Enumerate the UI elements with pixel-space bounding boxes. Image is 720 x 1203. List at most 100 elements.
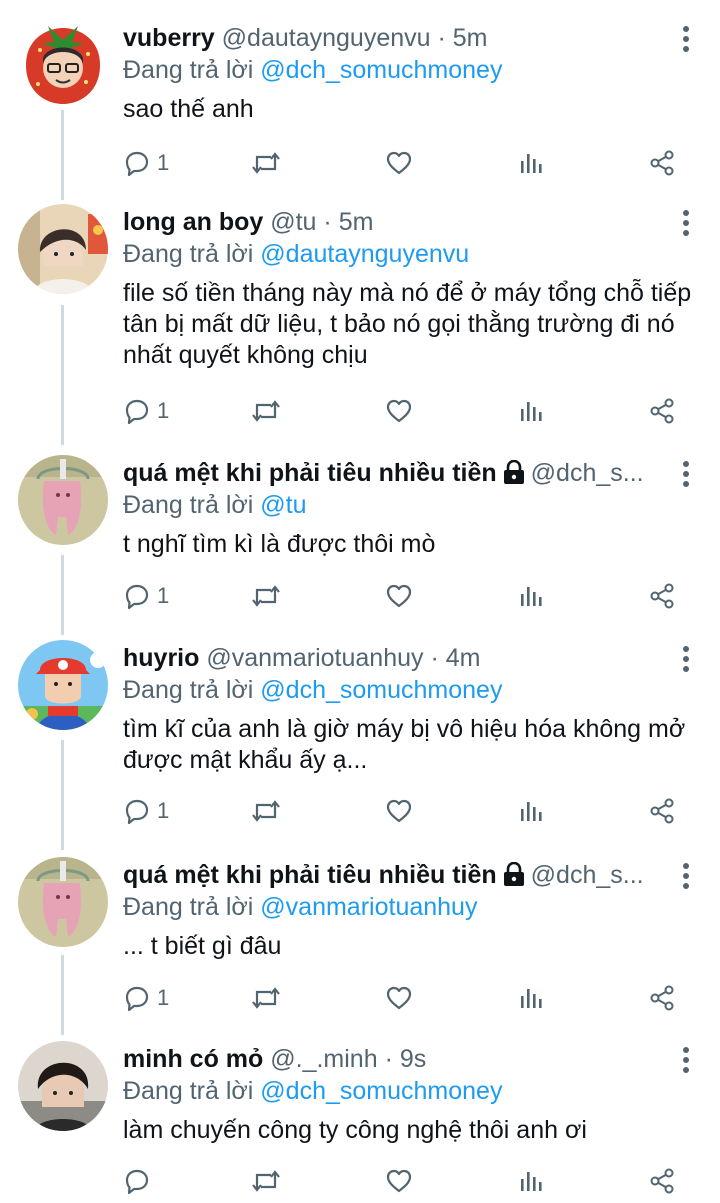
views-button[interactable] xyxy=(518,576,544,616)
like-button[interactable] xyxy=(385,391,413,431)
share-button[interactable] xyxy=(648,391,676,431)
share-button[interactable] xyxy=(648,791,676,831)
display-name[interactable]: quá mệt khi phải tiêu nhiều tiền xyxy=(123,459,497,487)
reply-to-handle[interactable]: @tu xyxy=(260,491,306,519)
views-button[interactable] xyxy=(518,791,544,831)
user-handle[interactable]: @dch_s... xyxy=(531,861,644,889)
like-icon xyxy=(385,1167,413,1195)
user-handle[interactable]: @dautaynguyenvu xyxy=(222,24,431,52)
retweet-button[interactable] xyxy=(250,576,282,616)
more-options-icon[interactable] xyxy=(682,461,690,487)
views-icon xyxy=(518,797,544,825)
reply-button[interactable] xyxy=(123,1161,157,1201)
reply-to-handle[interactable]: @vanmariotuanhuy xyxy=(260,893,477,921)
share-button[interactable] xyxy=(648,1161,676,1201)
more-options-icon[interactable] xyxy=(682,210,690,236)
user-handle[interactable]: @vanmariotuanhuy xyxy=(206,644,423,672)
timestamp: · 5m xyxy=(323,208,374,236)
timestamp: · 9s xyxy=(384,1045,427,1073)
views-button[interactable] xyxy=(518,143,544,183)
views-icon xyxy=(518,582,544,610)
person-photo-avatar-icon[interactable] xyxy=(18,204,108,294)
display-name[interactable]: minh có mỏ xyxy=(123,1045,263,1073)
views-button[interactable] xyxy=(518,978,544,1018)
share-icon xyxy=(648,984,676,1012)
tweet-actions: 1 xyxy=(0,391,720,431)
reply-context: Đang trả lời @tu xyxy=(123,487,307,523)
reply-count: 1 xyxy=(157,985,170,1010)
display-name[interactable]: long an boy xyxy=(123,208,263,236)
share-button[interactable] xyxy=(648,143,676,183)
like-button[interactable] xyxy=(385,791,413,831)
strawberry-avatar-icon[interactable] xyxy=(18,20,108,110)
lock-icon xyxy=(503,862,524,886)
user-handle[interactable]: @tu xyxy=(270,208,316,236)
tweet-text: file số tiền tháng này mà nó để ở máy tổ… xyxy=(123,279,692,369)
retweet-button[interactable] xyxy=(250,978,282,1018)
more-options-icon[interactable] xyxy=(682,26,690,52)
reply-button[interactable]: 1 xyxy=(123,791,169,831)
timestamp: · 4m xyxy=(430,644,481,672)
retweet-button[interactable] xyxy=(250,791,282,831)
reply-label: Đang trả lời xyxy=(123,240,254,268)
reply-count: 1 xyxy=(157,398,170,423)
retweet-button[interactable] xyxy=(250,391,282,431)
reply-button[interactable]: 1 xyxy=(123,391,169,431)
like-icon xyxy=(385,582,413,610)
views-button[interactable] xyxy=(518,391,544,431)
like-button[interactable] xyxy=(385,1161,413,1201)
display-name[interactable]: quá mệt khi phải tiêu nhiều tiền xyxy=(123,861,497,889)
reply-to-handle[interactable]: @dch_somuchmoney xyxy=(260,56,502,84)
like-icon xyxy=(385,397,413,425)
person-photo-avatar-icon[interactable] xyxy=(18,1041,108,1131)
user-handle[interactable]: @._.minh xyxy=(270,1045,377,1073)
like-button[interactable] xyxy=(385,143,413,183)
pink-figure-avatar-icon[interactable] xyxy=(18,455,108,545)
more-options-icon[interactable] xyxy=(682,646,690,672)
views-icon xyxy=(518,397,544,425)
views-button[interactable] xyxy=(518,1161,544,1201)
reply-icon xyxy=(123,984,151,1012)
retweet-icon xyxy=(250,149,282,177)
tweet-actions: 1 xyxy=(0,576,720,616)
retweet-button[interactable] xyxy=(250,1161,282,1201)
reply-to-handle[interactable]: @dautaynguyenvu xyxy=(260,240,469,268)
reply-button[interactable]: 1 xyxy=(123,143,169,183)
more-options-icon[interactable] xyxy=(682,1047,690,1073)
reply-context: Đang trả lời @vanmariotuanhuy xyxy=(123,889,477,925)
pink-figure-avatar-icon[interactable] xyxy=(18,857,108,947)
display-name[interactable]: huyrio xyxy=(123,644,199,672)
tweet-text: sao thế anh xyxy=(123,95,254,123)
share-button[interactable] xyxy=(648,576,676,616)
more-options-icon[interactable] xyxy=(682,863,690,889)
tweet-text: làm chuyến công ty công nghệ thôi anh ơi xyxy=(123,1116,587,1144)
reply-to-handle[interactable]: @dch_somuchmoney xyxy=(260,1077,502,1105)
views-icon xyxy=(518,149,544,177)
retweet-icon xyxy=(250,1167,282,1195)
retweet-icon xyxy=(250,582,282,610)
like-button[interactable] xyxy=(385,978,413,1018)
reply-count: 1 xyxy=(157,583,170,608)
views-icon xyxy=(518,1167,544,1195)
user-handle[interactable]: @dch_s... xyxy=(531,459,644,487)
tweet-header: long an boy @tu · 5m xyxy=(123,204,660,240)
retweet-button[interactable] xyxy=(250,143,282,183)
tweet-header: quá mệt khi phải tiêu nhiều tiền @dch_s..… xyxy=(123,857,660,893)
reply-button[interactable]: 1 xyxy=(123,978,169,1018)
tweet-actions: 1 xyxy=(0,791,720,831)
reply-to-handle[interactable]: @dch_somuchmoney xyxy=(260,676,502,704)
share-button[interactable] xyxy=(648,978,676,1018)
lock-icon xyxy=(503,460,524,484)
views-icon xyxy=(518,984,544,1012)
reply-context: Đang trả lời @dch_somuchmoney xyxy=(123,52,502,88)
tweet-header: huyrio @vanmariotuanhuy · 4m xyxy=(123,640,660,676)
tweet-header: minh có mỏ @._.minh · 9s xyxy=(123,1041,660,1077)
reply-label: Đang trả lời xyxy=(123,676,254,704)
tweet-text: ... t biết gì đâu xyxy=(123,932,282,960)
like-icon xyxy=(385,149,413,177)
mario-avatar-icon[interactable] xyxy=(18,640,108,730)
like-button[interactable] xyxy=(385,576,413,616)
display-name[interactable]: vuberry xyxy=(123,24,215,52)
reply-button[interactable]: 1 xyxy=(123,576,169,616)
share-icon xyxy=(648,149,676,177)
